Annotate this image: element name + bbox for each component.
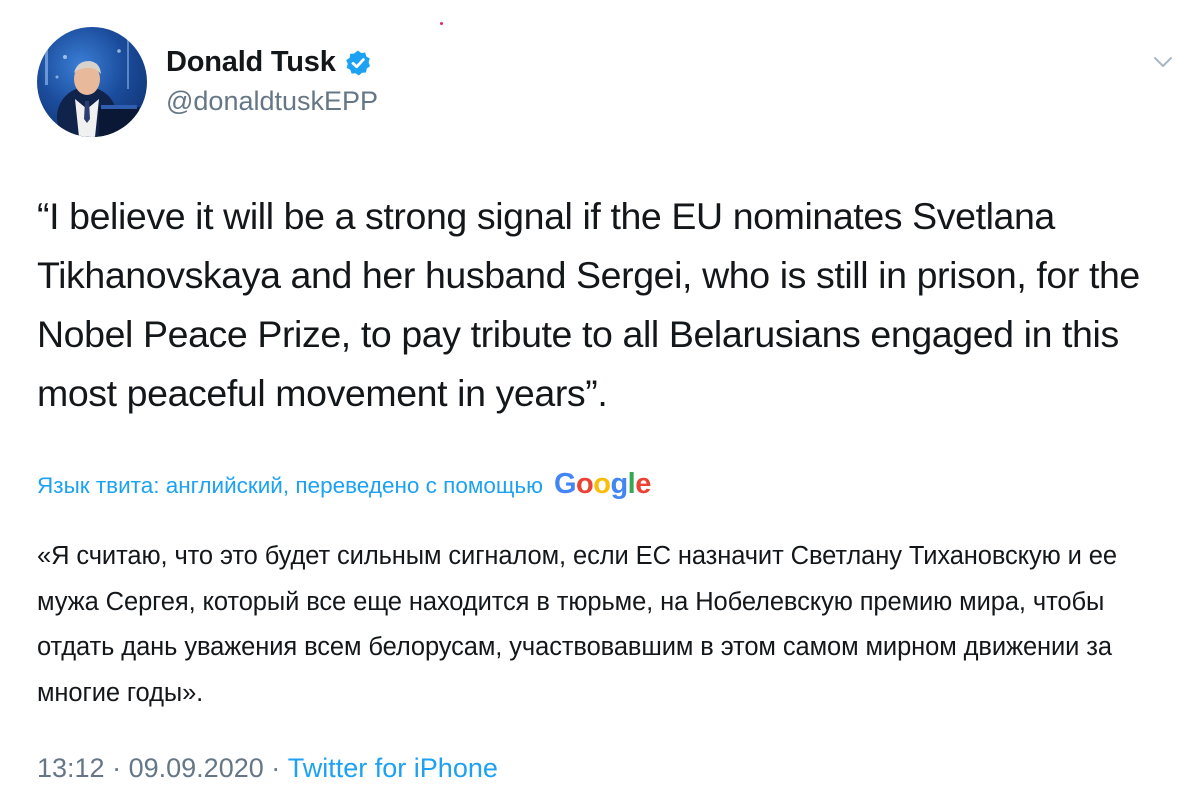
author-display-name[interactable]: Donald Tusk [166, 46, 336, 79]
google-logo-icon: Google [553, 468, 651, 500]
translation-label[interactable]: Язык твита: английский, переведено с пом… [37, 473, 543, 499]
status-dot [440, 22, 443, 25]
chevron-down-icon[interactable] [1152, 54, 1174, 70]
meta-separator: · [112, 753, 122, 783]
author-handle[interactable]: @donaldtuskEPP [166, 86, 378, 117]
avatar[interactable] [37, 27, 147, 137]
author-name-row: Donald Tusk [166, 46, 372, 79]
tweet-date[interactable]: 09.09.2020 [129, 753, 264, 784]
tweet-metadata: 13:12 · 09.09.2020 · Twitter for iPhone [37, 753, 498, 784]
tweet-source-link[interactable]: Twitter for iPhone [288, 753, 498, 784]
translation-info: Язык твита: английский, переведено с пом… [37, 468, 651, 501]
meta-separator: · [271, 753, 281, 783]
tweet-time[interactable]: 13:12 [37, 753, 105, 784]
avatar-photo [45, 39, 139, 137]
translated-text: «Я считаю, что это будет сильным сигнало… [37, 542, 1117, 707]
verified-badge-icon [344, 49, 372, 77]
tweet-text: “I believe it will be a strong signal if… [37, 195, 1140, 414]
